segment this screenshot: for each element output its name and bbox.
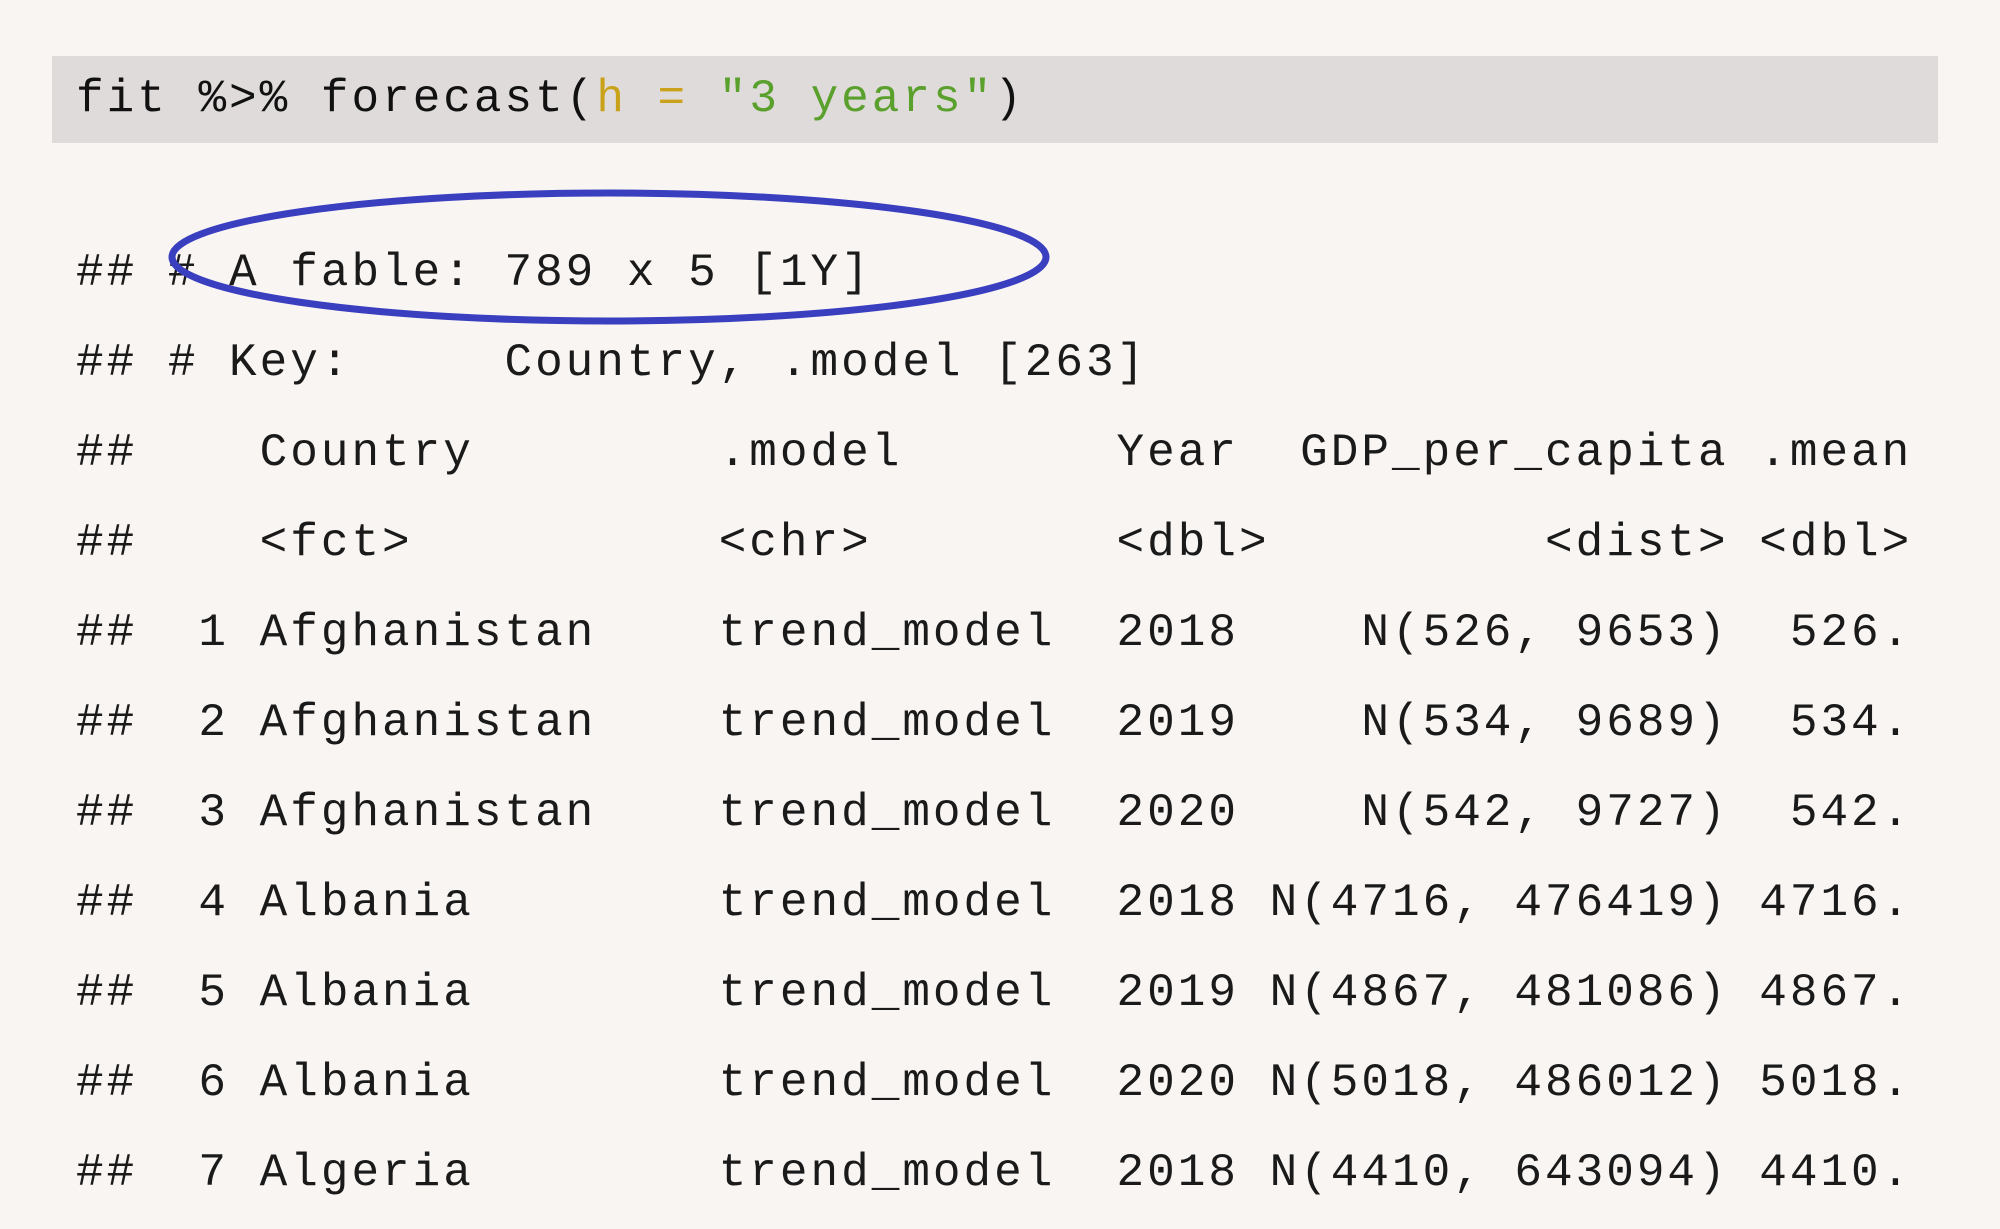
- code-object: fit: [76, 73, 168, 125]
- code-pipe: %>%: [198, 73, 291, 125]
- console-output: ## # A fable: 789 x 5 [1Y] ## # Key: Coun…: [76, 228, 1912, 1218]
- code-function: forecast: [320, 73, 566, 125]
- code-arg-value: "3 years": [718, 73, 995, 125]
- table-row: ## 6 Albania trend_model 2020 N(5018, 48…: [76, 1057, 1913, 1109]
- table-row: ## 7 Algeria trend_model 2018 N(4410, 64…: [76, 1147, 1913, 1199]
- table-row: ## 4 Albania trend_model 2018 N(4716, 47…: [76, 877, 1913, 929]
- code-close-paren: ): [994, 73, 1025, 125]
- table-row: ## 1 Afghanistan trend_model 2018 N(526,…: [76, 607, 1913, 659]
- column-type-line: ## <fct> <chr> <dbl> <dist> <dbl>: [76, 517, 1913, 569]
- table-row: ## 3 Afghanistan trend_model 2020 N(542,…: [76, 787, 1913, 839]
- table-row: ## 2 Afghanistan trend_model 2019 N(534,…: [76, 697, 1913, 749]
- code-chunk: fit %>% forecast(h = "3 years"): [52, 56, 1938, 143]
- code-arg-name: h: [596, 73, 627, 125]
- column-header-line: ## Country .model Year GDP_per_capita .m…: [76, 427, 1913, 479]
- table-row: ## 5 Albania trend_model 2019 N(4867, 48…: [76, 967, 1913, 1019]
- fable-key-line: ## # Key: Country, .model [263]: [76, 337, 1148, 389]
- code-open-paren: (: [565, 73, 597, 125]
- code-line: fit %>% forecast(h = "3 years"): [76, 56, 1025, 143]
- fable-summary-line: ## # A fable: 789 x 5 [1Y]: [76, 247, 872, 299]
- code-equals: =: [657, 73, 689, 125]
